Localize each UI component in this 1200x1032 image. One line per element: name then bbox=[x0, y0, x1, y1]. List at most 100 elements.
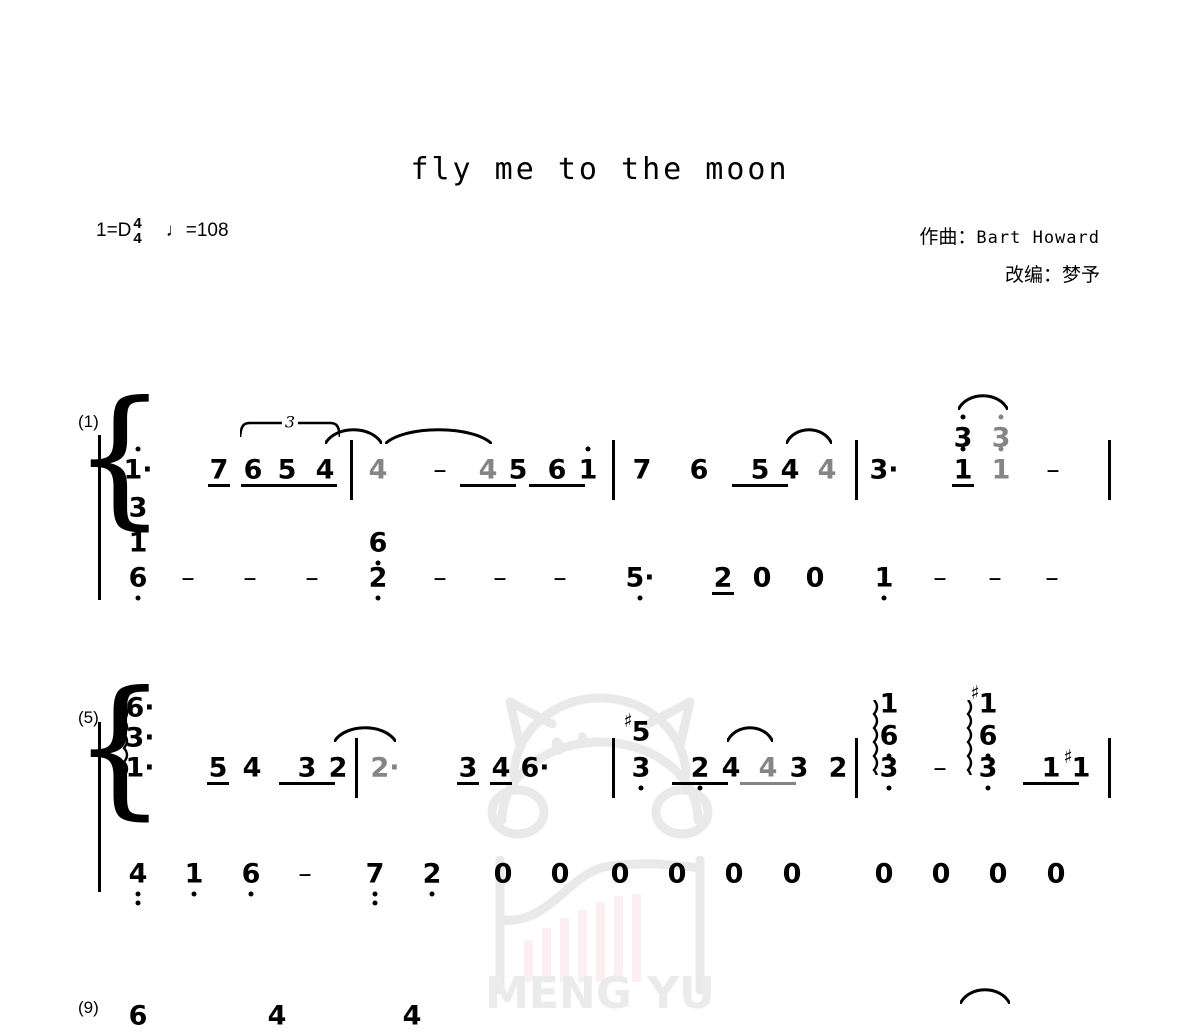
duration-dash: – bbox=[933, 562, 947, 594]
note-treble-m6-1: 2· bbox=[370, 752, 400, 784]
octave-dot-below bbox=[135, 595, 141, 601]
duration-beam bbox=[740, 782, 796, 785]
octave-dot-above bbox=[998, 414, 1004, 420]
barline bbox=[355, 738, 358, 798]
note-treble-m1-2: 7 bbox=[209, 454, 229, 486]
duration-dash: – bbox=[988, 562, 1002, 594]
note-bass-m1-chord-6: 6 bbox=[128, 562, 148, 594]
note-treble-m5-2: 5 bbox=[208, 752, 228, 784]
note-treble-m8-chord-6b: 6 bbox=[978, 720, 998, 752]
note-bass-m6-4: 0 bbox=[550, 858, 570, 890]
duration-dash: – bbox=[298, 858, 312, 890]
duration-dash: – bbox=[243, 562, 257, 594]
note-bass-m8-1: 0 bbox=[874, 858, 894, 890]
barline bbox=[1108, 738, 1111, 798]
note-treble-m8-chord-3: 3 bbox=[879, 752, 899, 784]
octave-dot-below bbox=[375, 595, 381, 601]
note-bass-m5-2: 1 bbox=[184, 858, 204, 890]
note-treble-m9-1: 6 bbox=[128, 1000, 148, 1032]
note-treble-m5-3: 4 bbox=[242, 752, 262, 784]
note-bass-m6-3: 0 bbox=[493, 858, 513, 890]
octave-dot-below bbox=[372, 891, 378, 897]
note-treble-m9-3: 4 bbox=[402, 1000, 422, 1032]
octave-dot-above bbox=[960, 446, 966, 452]
note-treble-m1-3: 6 bbox=[243, 454, 263, 486]
octave-dot-below bbox=[135, 891, 141, 897]
note-bass-m5-3: 6 bbox=[241, 858, 261, 890]
tie-m2-inner bbox=[383, 424, 494, 446]
sharp-icon: ♯ bbox=[970, 682, 980, 704]
note-bass-m7-1: 0 bbox=[610, 858, 630, 890]
note-treble-m4-1: 3· bbox=[869, 454, 899, 486]
barline bbox=[612, 738, 615, 798]
note-treble-m3-1: 7 bbox=[632, 454, 652, 486]
arpeggio-squiggle bbox=[962, 699, 974, 785]
octave-dot-below bbox=[135, 900, 141, 906]
duration-beam bbox=[457, 782, 479, 785]
note-treble-m4-chord-1-tied: 1 bbox=[991, 454, 1011, 486]
note-treble-m6-2: 3 bbox=[458, 752, 478, 784]
note-treble-m1-4: 5 bbox=[277, 454, 297, 486]
system-brace: { bbox=[72, 660, 168, 834]
note-treble-m7-6: 2 bbox=[828, 752, 848, 784]
tie-m9 bbox=[958, 984, 1012, 1005]
watermark-logo: MENG YU bbox=[485, 693, 715, 1010]
system-start-barline bbox=[98, 435, 101, 600]
octave-dot-above bbox=[585, 446, 591, 452]
note-bass-m7-4: 0 bbox=[782, 858, 802, 890]
note-bass-m7-3: 0 bbox=[724, 858, 744, 890]
note-treble-m2-1: 4 bbox=[368, 454, 388, 486]
octave-dot-below bbox=[886, 785, 892, 791]
octave-dot-below bbox=[429, 891, 435, 897]
note-bass-m2-chord-2: 2 bbox=[368, 562, 388, 594]
note-treble-m4-chord-1: 1 bbox=[953, 454, 973, 486]
octave-dot-below bbox=[637, 595, 643, 601]
note-bass-m6-2: 2 bbox=[422, 858, 442, 890]
system-brace: { bbox=[72, 370, 168, 544]
duration-beam bbox=[712, 592, 734, 595]
note-treble-m8-chord-1b: 1 bbox=[978, 688, 998, 720]
note-treble-m7-2: 2 bbox=[690, 752, 710, 784]
note-treble-m7-5: 3 bbox=[789, 752, 809, 784]
note-treble-m1-5: 4 bbox=[315, 454, 335, 486]
arranger-credit: 改编：梦予 bbox=[1004, 264, 1100, 286]
note-treble-m8-4: 1 bbox=[1041, 752, 1061, 784]
note-treble-m3-3: 5 bbox=[750, 454, 770, 486]
staff-system-3: (9) bbox=[0, 0, 1200, 1017]
note-bass-m4-1: 1 bbox=[874, 562, 894, 594]
duration-beam bbox=[207, 782, 229, 785]
note-treble-m8-chord-3b: 3 bbox=[978, 752, 998, 784]
octave-dot-below bbox=[881, 595, 887, 601]
note-treble-m6-3: 4 bbox=[491, 752, 511, 784]
barline bbox=[855, 440, 858, 500]
duration-beam bbox=[490, 782, 512, 785]
tie-m5-m6 bbox=[332, 722, 398, 743]
note-treble-m6-4: 6· bbox=[520, 752, 550, 784]
octave-dot-below bbox=[191, 891, 197, 897]
octave-dot-below bbox=[248, 891, 254, 897]
octave-dot-above bbox=[998, 446, 1004, 452]
barline bbox=[350, 440, 353, 500]
note-treble-m7-chord-5: 5 bbox=[631, 716, 651, 748]
note-treble-m3-4: 4 bbox=[780, 454, 800, 486]
note-treble-m8-5: 1 bbox=[1071, 752, 1091, 784]
barline bbox=[855, 738, 858, 798]
note-bass-m2-chord-6: 6 bbox=[368, 527, 388, 559]
note-bass-m6-1: 7 bbox=[365, 858, 385, 890]
note-bass-m3-2: 2 bbox=[713, 562, 733, 594]
measure-number-9: (9) bbox=[78, 998, 99, 1017]
sharp-icon: ♯ bbox=[623, 710, 633, 732]
duration-dash: – bbox=[493, 562, 507, 594]
tie-m7 bbox=[725, 722, 775, 743]
duration-dash: – bbox=[433, 454, 447, 486]
note-treble-m2-3: 4 bbox=[478, 454, 498, 486]
note-bass-m8-3: 0 bbox=[988, 858, 1008, 890]
duration-dash: – bbox=[933, 752, 947, 784]
octave-dot-below bbox=[372, 900, 378, 906]
note-treble-m8-chord-1: 1 bbox=[879, 688, 899, 720]
system-start-barline bbox=[98, 722, 101, 892]
note-treble-m2-4: 5 bbox=[508, 454, 528, 486]
note-treble-m7-3: 4 bbox=[721, 752, 741, 784]
watermark-text: MENG YU bbox=[485, 968, 715, 1010]
note-bass-m8-4: 0 bbox=[1046, 858, 1066, 890]
